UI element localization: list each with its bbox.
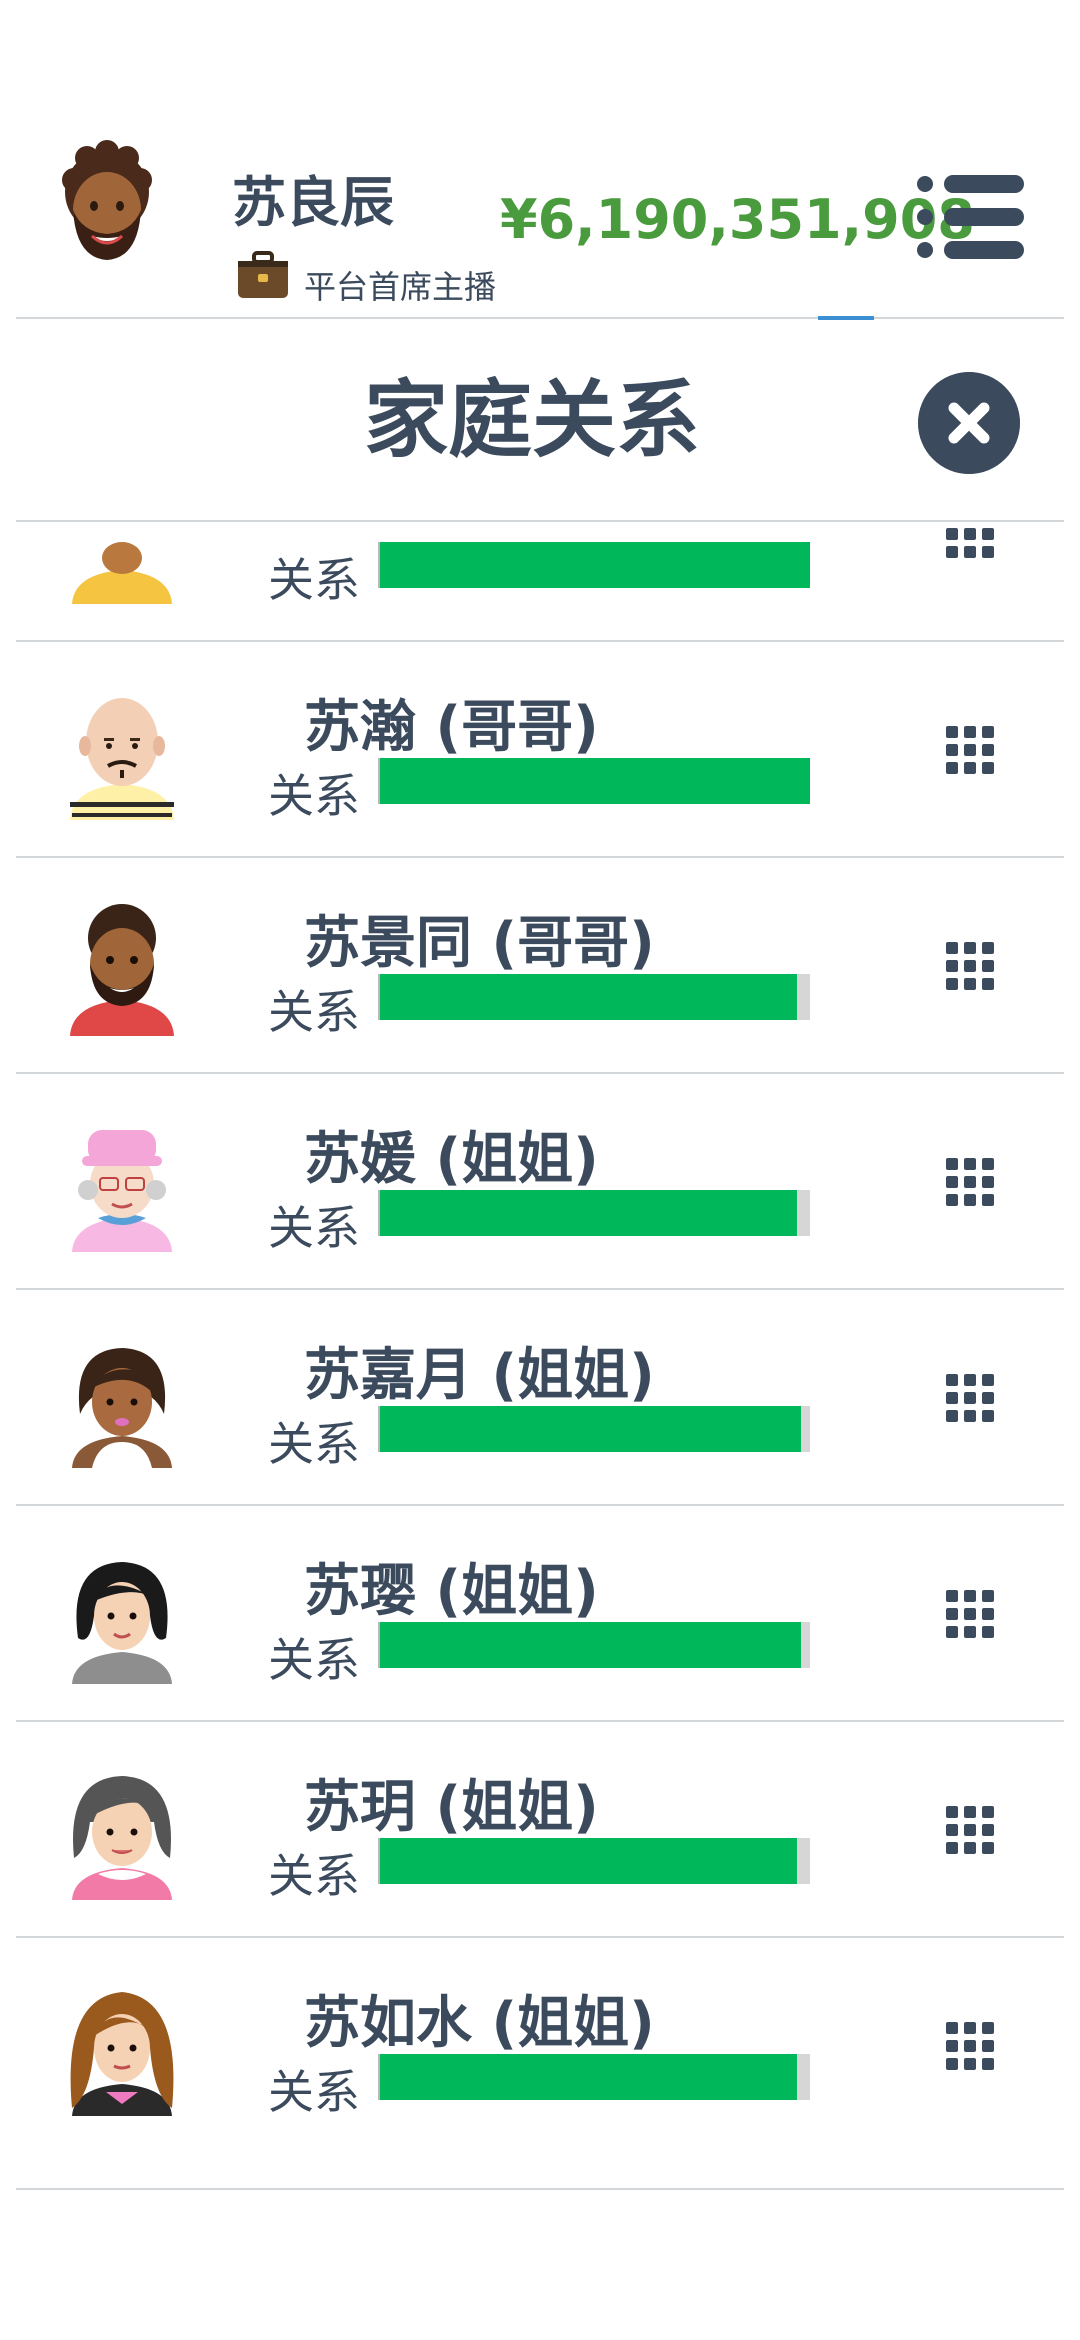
family-member-row[interactable]: 关系	[0, 522, 1080, 642]
relationship-bar	[378, 1622, 810, 1668]
relationship-label: 关系	[268, 1201, 360, 1255]
relationship-label: 关系	[268, 553, 360, 607]
relationship-bar	[378, 542, 810, 588]
relationship-label: 关系	[268, 769, 360, 823]
relationship-bar	[378, 1838, 810, 1884]
job-title: 平台首席主播	[304, 268, 497, 306]
player-header: 苏良辰 平台首席主播 ¥6,190,351,908	[0, 0, 1080, 320]
relationship-label: 关系	[268, 985, 360, 1039]
member-name: 苏景同 (哥哥)	[304, 911, 655, 976]
briefcase-icon	[238, 251, 288, 298]
header-divider	[16, 317, 1064, 319]
avatar-woman-yellow	[72, 542, 172, 604]
avatar-woman-short-hair	[72, 1348, 172, 1468]
grid-menu-icon[interactable]	[944, 1588, 996, 1640]
avatar-woman-black-hair	[72, 1562, 172, 1684]
relationship-bar	[378, 974, 810, 1020]
member-name: 苏如水 (姐姐)	[304, 1991, 655, 2056]
grid-menu-icon[interactable]	[944, 522, 996, 560]
family-member-row[interactable]: 苏如水 (姐姐) 关系	[0, 1938, 1080, 2138]
relationship-bar-fill	[380, 542, 810, 588]
grid-menu-icon[interactable]	[944, 2020, 996, 2072]
relationship-bar-fill	[380, 1838, 798, 1884]
avatar-woman-long-hair	[70, 1992, 174, 2116]
grid-menu-icon[interactable]	[944, 724, 996, 776]
relationship-bar-fill	[380, 1190, 798, 1236]
close-icon[interactable]	[918, 372, 1020, 474]
grid-menu-icon[interactable]	[944, 1156, 996, 1208]
member-name: 苏瀚 (哥哥)	[304, 695, 599, 760]
member-name: 苏媛 (姐姐)	[304, 1127, 599, 1192]
relationship-bar-fill	[380, 2054, 798, 2100]
grid-menu-icon[interactable]	[944, 1804, 996, 1856]
family-member-row[interactable]: 苏瀚 (哥哥) 关系	[0, 642, 1080, 858]
relationship-bar	[378, 2054, 810, 2100]
avatar-bald-man-mustache	[70, 698, 174, 820]
relationship-label: 关系	[268, 2065, 360, 2119]
avatar-woman-gray-hair	[72, 1776, 172, 1900]
family-member-row[interactable]: 苏嘉月 (姐姐) 关系	[0, 1290, 1080, 1506]
relationship-bar-fill	[380, 974, 798, 1020]
relationship-bar	[378, 1406, 810, 1452]
relationship-label: 关系	[268, 1633, 360, 1687]
family-member-row[interactable]: 苏璎 (姐姐) 关系	[0, 1506, 1080, 1722]
avatar-elderly-woman-hat	[72, 1130, 172, 1252]
menu-list-icon[interactable]	[916, 172, 1026, 262]
relationship-bar-fill	[380, 1622, 802, 1668]
family-member-row[interactable]: 苏景同 (哥哥) 关系	[0, 858, 1080, 1074]
grid-menu-icon[interactable]	[944, 940, 996, 992]
member-name: 苏璎 (姐姐)	[304, 1559, 599, 1624]
money-balance: ¥6,190,351,908	[500, 188, 975, 251]
player-avatar[interactable]	[52, 140, 162, 268]
member-name: 苏玥 (姐姐)	[304, 1775, 599, 1840]
app-screen: 苏良辰 平台首席主播 ¥6,190,351,908 家庭关系 关系 苏瀚 (哥哥…	[0, 0, 1080, 2340]
family-member-row[interactable]: 苏玥 (姐姐) 关系	[0, 1722, 1080, 1938]
relationship-bar	[378, 758, 810, 804]
member-name: 苏嘉月 (姐姐)	[304, 1343, 655, 1408]
avatar-man-beard	[70, 904, 174, 1036]
family-list[interactable]: 关系 苏瀚 (哥哥) 关系 苏景同 (哥哥) 关系 苏媛 (姐姐) 关系 苏嘉月…	[0, 522, 1080, 2138]
relationship-bar-fill	[380, 1406, 802, 1452]
family-list-content: 关系 苏瀚 (哥哥) 关系 苏景同 (哥哥) 关系 苏媛 (姐姐) 关系 苏嘉月…	[0, 522, 1080, 2138]
relationship-label: 关系	[268, 1849, 360, 1903]
family-member-row[interactable]: 苏媛 (姐姐) 关系	[0, 1074, 1080, 1290]
player-name: 苏良辰	[232, 171, 394, 234]
grid-menu-icon[interactable]	[944, 1372, 996, 1424]
relationship-bar-fill	[380, 758, 810, 804]
relationship-bar	[378, 1190, 810, 1236]
relationship-label: 关系	[268, 1417, 360, 1471]
bottom-divider	[16, 2188, 1064, 2190]
